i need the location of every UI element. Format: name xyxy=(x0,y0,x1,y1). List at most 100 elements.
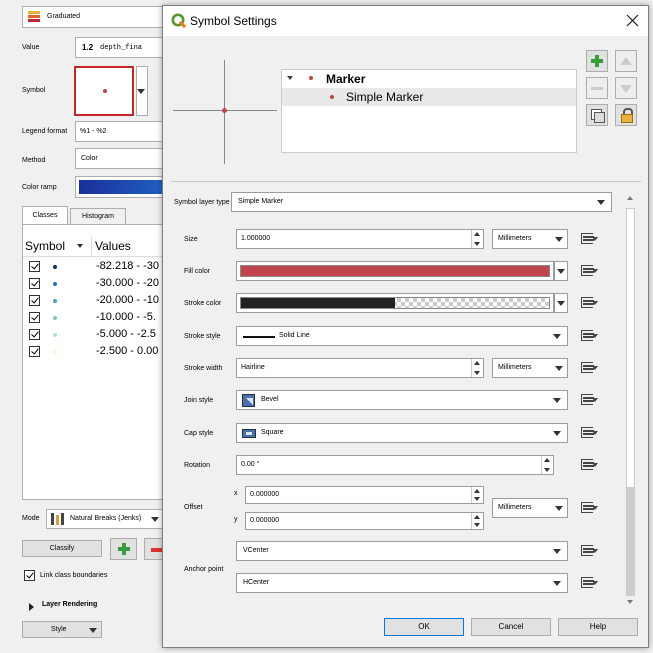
properties-scrollbar[interactable] xyxy=(624,192,637,606)
value-label: Value xyxy=(22,44,40,51)
duplicate-layer-button[interactable] xyxy=(586,104,608,126)
data-defined-override-icon[interactable] xyxy=(579,230,599,248)
table-row[interactable]: -10.000 - -5. xyxy=(23,309,166,326)
add-symbol-layer-button[interactable] xyxy=(586,50,608,72)
style-label: Style xyxy=(51,626,67,633)
cap-style-text: Square xyxy=(261,429,284,436)
symbol-layer-type-combo[interactable]: Simple Marker xyxy=(231,192,612,212)
class-value: -30.000 - -20 xyxy=(96,277,159,289)
tree-item-simple-marker[interactable]: Simple Marker xyxy=(282,88,576,106)
marker-dot-icon xyxy=(330,95,334,99)
spinbox-arrows-icon[interactable] xyxy=(471,513,483,529)
cancel-button[interactable]: Cancel xyxy=(471,618,551,636)
symbol-preview-button[interactable] xyxy=(74,66,134,116)
method-label: Method xyxy=(22,157,46,164)
cap-style-combo[interactable]: Square xyxy=(236,423,568,443)
classify-button[interactable]: Classify xyxy=(22,540,102,557)
class-visible-checkbox[interactable] xyxy=(29,312,40,323)
link-class-checkbox[interactable] xyxy=(24,570,35,581)
spinbox-arrows-icon[interactable] xyxy=(471,230,483,248)
collapse-arrow-icon[interactable] xyxy=(287,76,293,80)
ok-button[interactable]: OK xyxy=(384,618,464,636)
table-row[interactable]: -5.000 - -2.5 xyxy=(23,326,166,343)
stroke-width-unit-combo[interactable]: Millimeters xyxy=(492,358,568,378)
stroke-color-button[interactable] xyxy=(236,293,554,313)
scrollbar-thumb[interactable] xyxy=(626,488,635,596)
fill-color-dropdown[interactable] xyxy=(554,261,568,281)
method-combo[interactable]: Color xyxy=(75,148,167,169)
tree-item-marker[interactable]: Marker xyxy=(282,70,576,87)
size-unit-combo[interactable]: Millimeters xyxy=(492,229,568,249)
size-value: 1.000000 xyxy=(241,235,271,242)
symbol-layer-type-text: Simple Marker xyxy=(238,198,284,205)
plus-icon xyxy=(118,543,130,555)
spinbox-arrows-icon[interactable] xyxy=(471,359,483,377)
size-unit-text: Millimeters xyxy=(498,235,532,242)
offset-y-input[interactable]: 0.000000 xyxy=(245,512,484,530)
expand-arrow-icon[interactable] xyxy=(29,603,34,611)
class-visible-checkbox[interactable] xyxy=(29,261,40,272)
offset-x-input[interactable]: 0.000000 xyxy=(245,486,484,504)
data-defined-override-icon[interactable] xyxy=(579,294,599,312)
value-field[interactable]: 1.2 depth_fina xyxy=(75,37,167,58)
close-icon[interactable] xyxy=(626,14,639,27)
lock-layer-button[interactable] xyxy=(615,104,637,126)
stroke-width-input[interactable]: Hairline xyxy=(236,358,484,378)
offset-y-label: y xyxy=(234,516,238,523)
tab-histogram[interactable]: Histogram xyxy=(70,208,126,224)
data-defined-override-icon[interactable] xyxy=(579,456,599,474)
column-values[interactable]: Values xyxy=(95,239,131,253)
tree-root-label: Marker xyxy=(326,72,366,86)
class-symbol-icon xyxy=(53,299,57,303)
class-value: -20.000 - -10 xyxy=(96,294,159,306)
help-button[interactable]: Help xyxy=(558,618,638,636)
chevron-down-icon xyxy=(555,506,563,511)
offset-unit-combo[interactable]: Millimeters xyxy=(492,498,568,518)
join-style-combo[interactable]: Bevel xyxy=(236,390,568,410)
move-down-button[interactable] xyxy=(615,77,637,99)
class-visible-checkbox[interactable] xyxy=(29,278,40,289)
table-row[interactable]: -2.500 - 0.00 xyxy=(23,343,166,360)
class-visible-checkbox[interactable] xyxy=(29,295,40,306)
stroke-color-dropdown[interactable] xyxy=(554,293,568,313)
table-row[interactable]: -30.000 - -20 xyxy=(23,275,166,292)
column-symbol[interactable]: Symbol xyxy=(25,239,65,253)
scrollbar-track[interactable] xyxy=(626,208,635,488)
spinbox-arrows-icon[interactable] xyxy=(471,487,483,503)
mode-combo[interactable]: Natural Breaks (Jenks) xyxy=(46,509,164,529)
spinbox-arrows-icon[interactable] xyxy=(541,456,553,474)
class-visible-checkbox[interactable] xyxy=(29,329,40,340)
data-defined-override-icon[interactable] xyxy=(579,499,599,517)
rotation-input[interactable]: 0.00 ° xyxy=(236,455,554,475)
size-input[interactable]: 1.000000 xyxy=(236,229,484,249)
expression-type-icon: 1.2 xyxy=(82,43,94,52)
data-defined-override-icon[interactable] xyxy=(579,574,599,592)
data-defined-override-icon[interactable] xyxy=(579,359,599,377)
move-up-button[interactable] xyxy=(615,50,637,72)
anchor-horizontal-combo[interactable]: HCenter xyxy=(236,573,568,593)
tab-classes[interactable]: Classes xyxy=(22,206,68,224)
remove-symbol-layer-button[interactable] xyxy=(586,77,608,99)
scroll-up-icon[interactable] xyxy=(627,196,633,200)
table-row[interactable]: -20.000 - -10 xyxy=(23,292,166,309)
style-button[interactable]: Style xyxy=(22,621,102,638)
class-visible-checkbox[interactable] xyxy=(29,346,40,357)
add-class-button[interactable] xyxy=(110,538,137,560)
symbol-dropdown[interactable] xyxy=(136,66,148,116)
data-defined-override-icon[interactable] xyxy=(579,542,599,560)
offset-y-value: 0.000000 xyxy=(250,517,280,524)
cap-style-label: Cap style xyxy=(184,430,214,437)
table-row[interactable]: -82.218 - -30 xyxy=(23,258,166,275)
data-defined-override-icon[interactable] xyxy=(579,262,599,280)
layer-rendering-label[interactable]: Layer Rendering xyxy=(42,601,97,608)
data-defined-override-icon[interactable] xyxy=(579,424,599,442)
stroke-style-combo[interactable]: Solid Line xyxy=(236,326,568,346)
fill-color-button[interactable] xyxy=(236,261,554,281)
anchor-vertical-combo[interactable]: VCenter xyxy=(236,541,568,561)
legend-format-field[interactable]: %1 - %2 xyxy=(75,121,167,142)
renderer-combo[interactable]: Graduated xyxy=(22,6,167,28)
data-defined-override-icon[interactable] xyxy=(579,327,599,345)
data-defined-override-icon[interactable] xyxy=(579,391,599,409)
color-ramp-combo[interactable] xyxy=(75,176,167,198)
scroll-down-icon[interactable] xyxy=(627,600,633,604)
